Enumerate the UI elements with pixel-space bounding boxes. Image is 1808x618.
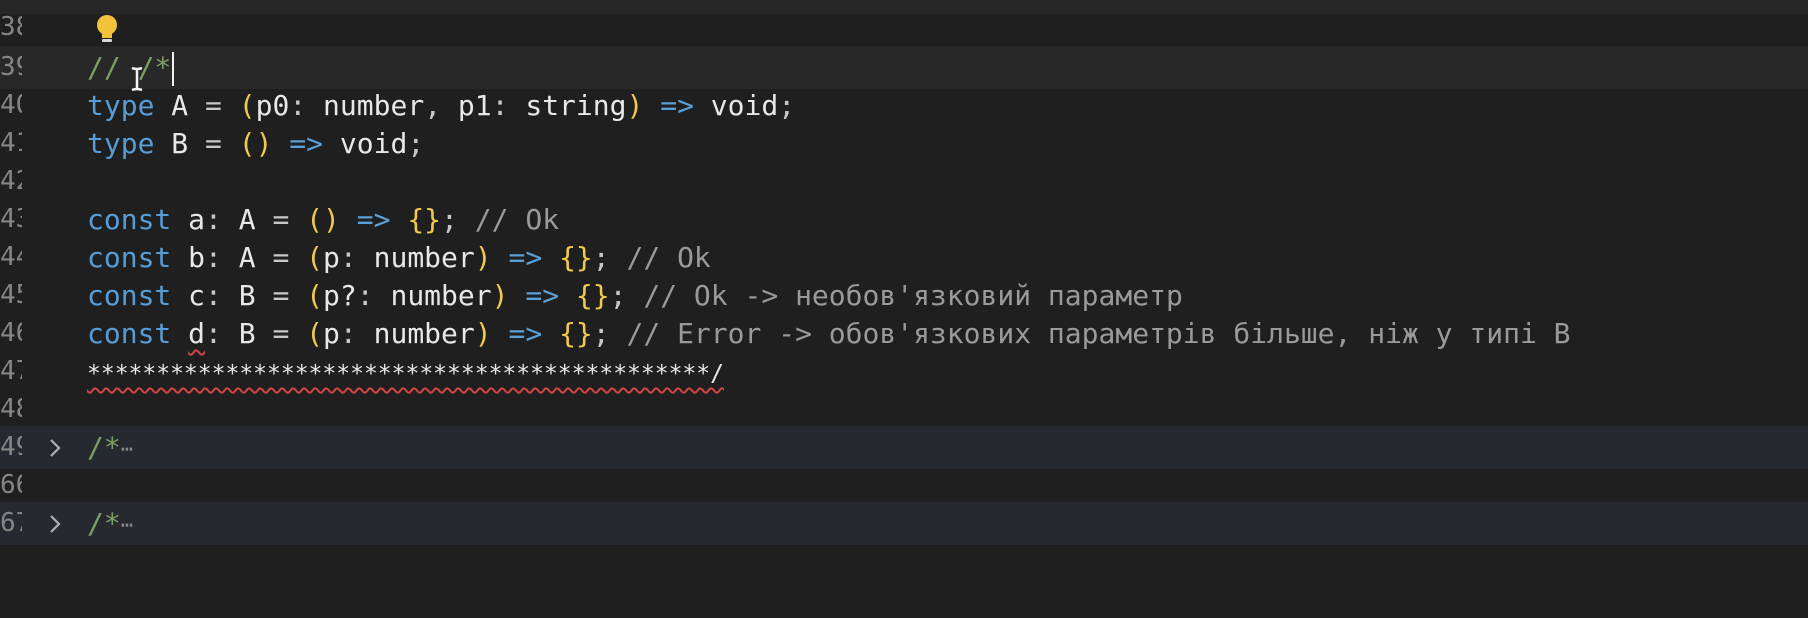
code-line-40[interactable]: 40 type A = (p0: number, p1: string) => … [0, 84, 1808, 127]
line-code: /*⋯ [87, 431, 133, 464]
line-code: type B = () => void; [87, 127, 425, 160]
line-number: 42 [0, 166, 22, 196]
line-code: const b: A = (p: number) => {}; // Ok [87, 241, 711, 274]
error-squiggle: d [188, 317, 206, 350]
line-code: const d: B = (p: number) => {}; // Error… [87, 317, 1571, 350]
line-code: type A = (p0: number, p1: string) => voi… [87, 89, 796, 122]
lightbulb-icon[interactable] [94, 14, 120, 46]
line-number: 44 [0, 242, 22, 272]
line-number: 43 [0, 204, 22, 234]
line-code: /*⋯ [87, 507, 133, 540]
line-number: 41 [0, 128, 22, 158]
line-number: 47 [0, 356, 22, 386]
folded-ellipsis[interactable]: ⋯ [121, 437, 133, 461]
line-number: 38 [0, 12, 22, 42]
line-number: 46 [0, 318, 22, 348]
code-line-67-folded[interactable]: 67 /*⋯ [0, 502, 1808, 545]
folded-ellipsis[interactable]: ⋯ [121, 513, 133, 537]
code-line-44[interactable]: 44 const b: A = (p: number) => {}; // Ok [0, 236, 1808, 279]
line-code: ****************************************… [87, 350, 724, 393]
line-number: 48 [0, 394, 22, 424]
code-editor[interactable]: 38 39 // /* 40 type A = (p0: number, p1:… [0, 0, 1808, 618]
line-number: 66 [0, 470, 22, 500]
code-line-47[interactable]: 47 *************************************… [0, 350, 1808, 393]
error-squiggle: ****************************************… [87, 361, 724, 387]
code-line-39[interactable]: 39 // /* [0, 46, 1808, 89]
code-line-41[interactable]: 41 type B = () => void; [0, 122, 1808, 165]
line-number: 40 [0, 90, 22, 120]
line-code: const c: B = (p?: number) => {}; // Ok -… [87, 279, 1183, 312]
code-line-46[interactable]: 46 const d: B = (p: number) => {}; // Er… [0, 312, 1808, 355]
chevron-right-icon[interactable] [48, 426, 62, 469]
code-line-42[interactable]: 42 [0, 160, 1808, 203]
line-number: 49 [0, 432, 22, 462]
text-caret [172, 52, 175, 86]
code-line-48[interactable]: 48 [0, 388, 1808, 431]
line-code: const a: A = () => {}; // Ok [87, 203, 560, 236]
code-line-49-folded[interactable]: 49 /*⋯ [0, 426, 1808, 469]
line-number: 67 [0, 508, 22, 538]
line-number: 39 [0, 52, 22, 82]
code-line-38[interactable]: 38 [0, 6, 1808, 49]
code-line-43[interactable]: 43 const a: A = () => {}; // Ok [0, 198, 1808, 241]
code-line-45[interactable]: 45 const c: B = (p?: number) => {}; // O… [0, 274, 1808, 317]
code-line-66[interactable]: 66 [0, 464, 1808, 507]
chevron-right-icon[interactable] [48, 502, 62, 545]
line-number: 45 [0, 280, 22, 310]
